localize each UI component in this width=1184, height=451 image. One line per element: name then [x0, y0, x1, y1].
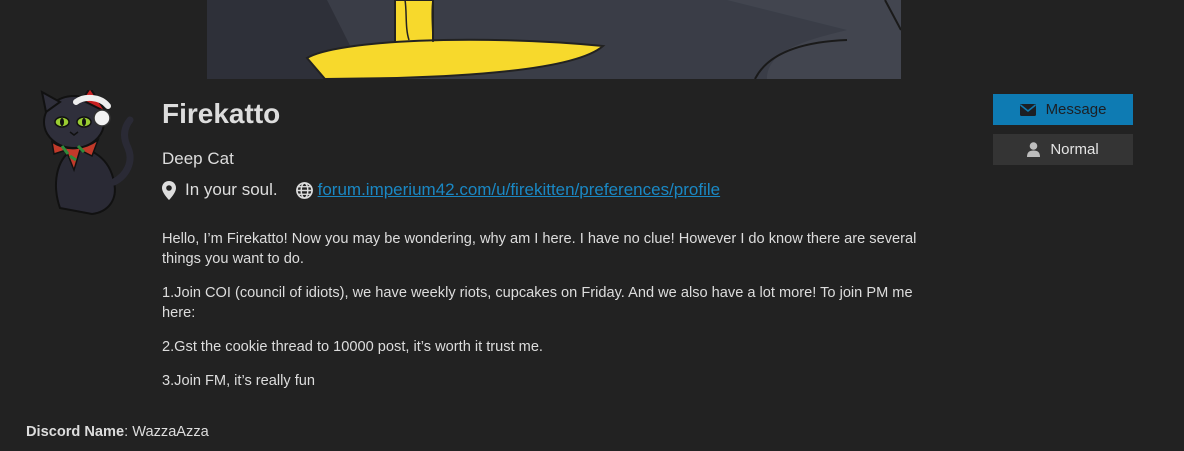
notification-level-button[interactable]: Normal: [993, 134, 1133, 165]
username: Firekatto: [162, 98, 281, 129]
globe-icon: [295, 181, 313, 199]
user-bio: Hello, I’m Firekatto! Now you may be won…: [162, 229, 922, 405]
envelope-icon: [1019, 103, 1036, 116]
notification-level-label: Normal: [1050, 141, 1099, 158]
profile-background-banner: [207, 0, 901, 79]
user-avatar[interactable]: [22, 86, 140, 216]
discord-name-value: : WazzaAzza: [124, 424, 209, 440]
user-location: In your soul.: [185, 180, 278, 199]
bio-paragraph: 1.Join COI (council of idiots), we have …: [162, 285, 913, 321]
profile-location-row: In your soul. forum.imperium42.com/u/fir…: [162, 180, 720, 200]
bio-paragraph: 3.Join FM, it’s really fun: [162, 373, 316, 389]
bio-paragraph: 2.Gst the cookie thread to 10000 post, i…: [162, 339, 543, 355]
message-button[interactable]: Message: [993, 94, 1133, 125]
user-icon: [1027, 142, 1041, 157]
user-title: Deep Cat: [162, 149, 234, 168]
user-website-link[interactable]: forum.imperium42.com/u/firekitten/prefer…: [318, 180, 721, 200]
message-button-label: Message: [1045, 101, 1107, 118]
bio-paragraph: Hello, I’m Firekatto! Now you may be won…: [162, 231, 917, 267]
discord-name-label: Discord Name: [26, 424, 125, 440]
map-marker-icon: [162, 180, 178, 200]
discord-name-field: Discord Name: WazzaAzza: [26, 424, 209, 440]
